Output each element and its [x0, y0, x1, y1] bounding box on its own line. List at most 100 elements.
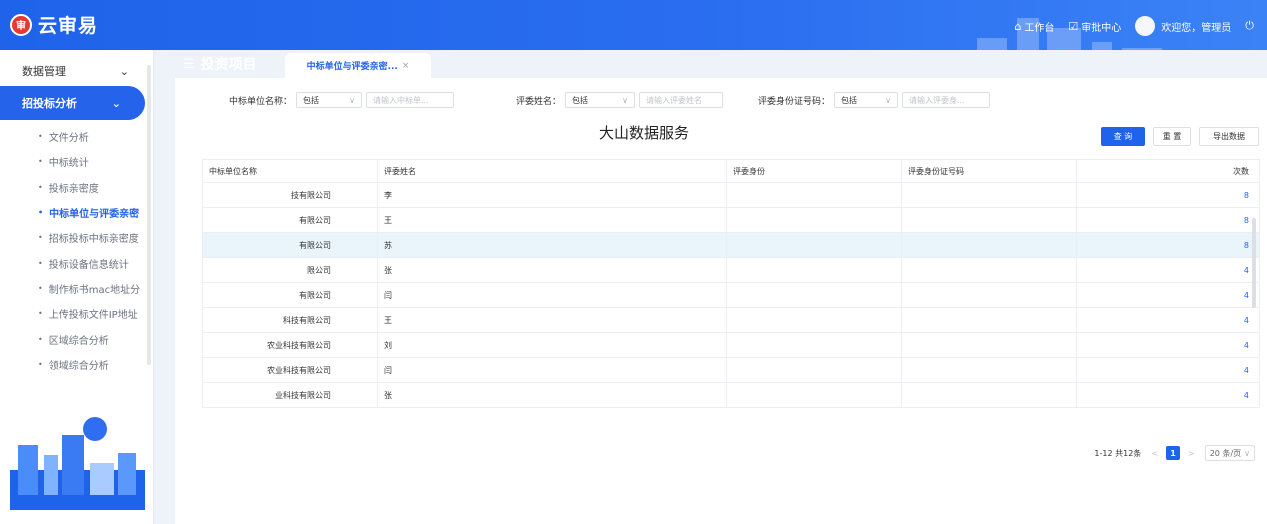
logout-button[interactable]: ⏻: [1245, 19, 1257, 33]
count-cell[interactable]: 8: [1076, 232, 1260, 258]
top-header: 审 云审易 ⌂ 工作台 ☑ 审批中心 欢迎您，管理员 ⏻: [0, 0, 1267, 50]
chevron-down-icon: ∨: [1244, 448, 1250, 458]
judge-operator-select[interactable]: 包括 ∨: [565, 92, 636, 108]
count-cell[interactable]: 4: [1076, 282, 1260, 308]
power-icon: ⏻: [1245, 19, 1254, 32]
unit-cell: 业科技有限公司: [202, 382, 378, 408]
sidebar-item-label: 中标单位与评委亲密: [49, 209, 140, 221]
count-cell[interactable]: 8: [1076, 182, 1260, 208]
bullet-icon: •: [38, 309, 43, 319]
judge-id-input[interactable]: 请输入评委身...: [902, 92, 991, 108]
page-size-value: 20 条/页: [1209, 448, 1242, 458]
identity-cell: [726, 307, 902, 333]
column-header[interactable]: 中标单位名称: [202, 159, 378, 183]
table-row[interactable]: 限公司张 4: [202, 257, 1260, 283]
unit-name-input[interactable]: 请输入中标单...: [366, 92, 455, 108]
count-cell[interactable]: 4: [1076, 307, 1260, 333]
count-cell[interactable]: 8: [1076, 207, 1260, 233]
sidebar-item-bid-stats[interactable]: • 中标统计: [0, 149, 153, 174]
close-icon[interactable]: ×: [402, 61, 410, 71]
user-menu[interactable]: 欢迎您，管理员: [1135, 16, 1231, 36]
sidebar-scrollbar[interactable]: [147, 65, 151, 365]
sidebar-item-mac-analysis[interactable]: • 制作标书mac地址分: [0, 276, 153, 301]
action-buttons: 查 询 重 置 导出数据: [1093, 127, 1259, 146]
tab-winner-judge-intimacy[interactable]: 中标单位与评委亲密... ×: [285, 53, 431, 78]
table-row[interactable]: 业科技有限公司张 4: [202, 382, 1260, 408]
table-row[interactable]: 技有限公司李 8: [202, 182, 1260, 208]
unit-cell: 有限公司: [202, 282, 378, 308]
judge-cell: 王: [377, 207, 727, 233]
sidebar-item-label: 文件分析: [48, 133, 89, 145]
sidebar-group-data-management-header[interactable]: 数据管理 ⌄: [0, 54, 153, 88]
sidebar-item-winner-judge-intimacy[interactable]: • 中标单位与评委亲密: [0, 200, 153, 225]
table-row[interactable]: 科技有限公司王 4: [202, 307, 1260, 333]
table-row[interactable]: 农业科技有限公司闫 4: [202, 357, 1260, 383]
welcome-text: 欢迎您，管理员: [1161, 22, 1232, 34]
count-cell[interactable]: 4: [1076, 382, 1260, 408]
chevron-down-icon: ∨: [622, 95, 629, 105]
content-panel: 中标单位名称： 包括 ∨ 请输入中标单... 评委姓名： 包括 ∨ 请输入评委姓…: [175, 78, 1267, 524]
sidebar-group-label: 数据管理: [22, 65, 66, 78]
emblem-icon: 审: [10, 13, 32, 36]
sidebar-group-bidding-analysis-header[interactable]: 招投标分析 ⌄: [0, 86, 145, 120]
count-cell[interactable]: 4: [1076, 357, 1260, 383]
report-title: 大山数据服务: [598, 124, 689, 142]
table-row[interactable]: 有限公司闫 4: [202, 282, 1260, 308]
id-operator-select[interactable]: 包括 ∨: [834, 92, 899, 108]
tab-label: 中标单位与评委亲密...: [306, 62, 398, 72]
unit-cell: 科技有限公司: [202, 307, 378, 333]
column-header[interactable]: 评委身份: [726, 159, 902, 183]
table-row[interactable]: 农业科技有限公司刘 4: [202, 332, 1260, 358]
sidebar-item-region-analysis[interactable]: • 区域综合分析: [0, 326, 153, 351]
chevron-down-icon: ⌄: [119, 64, 129, 78]
sidebar-item-file-analysis[interactable]: • 文件分析: [0, 124, 153, 149]
unit-cell: 有限公司: [202, 207, 378, 233]
pagination: 1-12 共12条 < 1 > 20 条/页 ∨: [1094, 445, 1255, 461]
reset-button[interactable]: 重 置: [1153, 127, 1191, 146]
column-header[interactable]: 次数: [1076, 159, 1260, 183]
bullet-icon: •: [38, 334, 43, 344]
sidebar: 数据管理 ⌄ 招投标分析 ⌄ • 文件分析 • 中标统计 • 投标亲密度 • 中标单位与…: [0, 50, 154, 524]
export-button[interactable]: 导出数据: [1199, 127, 1259, 146]
approval-center-link[interactable]: ☑ 审批中心: [1068, 19, 1121, 34]
page-number-current[interactable]: 1: [1166, 446, 1181, 460]
count-cell[interactable]: 4: [1076, 257, 1260, 283]
sidebar-group-label: 招投标分析: [22, 97, 77, 110]
judge-name-input[interactable]: 请输入评委姓名: [639, 92, 724, 108]
chevron-down-icon: ∨: [349, 95, 356, 105]
table-scrollbar[interactable]: [1252, 218, 1256, 308]
sidebar-item-device-stats[interactable]: • 投标设备信息统计: [0, 250, 153, 275]
id-number-cell: [901, 357, 1077, 383]
home-icon: ⌂: [1014, 19, 1022, 33]
menu-list-icon[interactable]: ☰: [183, 57, 195, 72]
sidebar-group-data-management: 数据管理 ⌄: [0, 54, 153, 88]
sidebar-illustration: [10, 417, 145, 510]
bullet-icon: •: [38, 132, 43, 142]
id-number-cell: [901, 307, 1077, 333]
sidebar-item-ip-analysis[interactable]: • 上传投标文件IP地址: [0, 301, 153, 326]
identity-cell: [726, 382, 902, 408]
sidebar-item-tender-intimacy[interactable]: • 招标投标中标亲密度: [0, 225, 153, 250]
judge-cell: 苏: [377, 232, 727, 258]
judge-cell: 张: [377, 382, 727, 408]
prev-page-icon[interactable]: <: [1151, 449, 1158, 458]
workbench-link[interactable]: ⌂ 工作台: [1014, 19, 1054, 34]
table-row[interactable]: 有限公司苏 8: [202, 232, 1260, 258]
sidebar-item-label: 上传投标文件IP地址: [48, 310, 138, 322]
page-size-select[interactable]: 20 条/页 ∨: [1204, 445, 1255, 461]
avatar: [1135, 16, 1156, 36]
sidebar-item-label: 投标亲密度: [48, 183, 99, 195]
bullet-icon: •: [38, 157, 43, 167]
next-page-icon[interactable]: >: [1188, 449, 1195, 458]
app-logo[interactable]: 审 云审易: [10, 11, 98, 38]
filter-label: 评委姓名：: [516, 96, 562, 107]
unit-operator-select[interactable]: 包括 ∨: [296, 92, 363, 108]
count-cell[interactable]: 4: [1076, 332, 1260, 358]
query-button[interactable]: 查 询: [1101, 127, 1145, 146]
column-header[interactable]: 评委姓名: [377, 159, 727, 183]
sidebar-item-bid-intimacy[interactable]: • 投标亲密度: [0, 175, 153, 200]
sidebar-item-domain-analysis[interactable]: • 领域综合分析: [0, 352, 153, 377]
table-row[interactable]: 有限公司王 8: [202, 207, 1260, 233]
column-header[interactable]: 评委身份证号码: [901, 159, 1077, 183]
id-number-cell: [901, 207, 1077, 233]
